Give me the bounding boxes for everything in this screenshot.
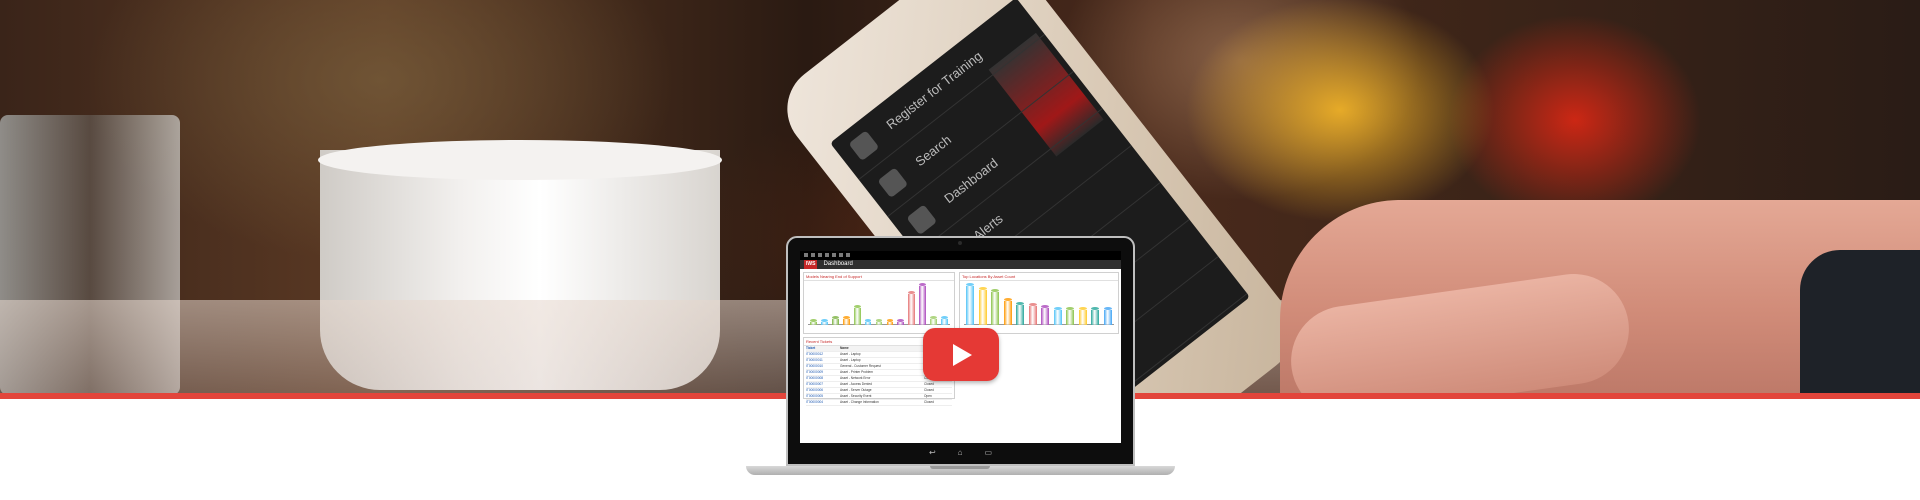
chart-title: Top Locations By Asset Count	[960, 273, 1118, 281]
bar-cap	[842, 316, 850, 320]
bar-B[interactable]	[820, 319, 828, 325]
bar-cap	[1066, 307, 1075, 311]
table-cell: Open	[924, 394, 932, 398]
bar-6[interactable]	[1028, 303, 1037, 325]
bar-2[interactable]	[978, 286, 987, 325]
bar-C[interactable]	[831, 316, 839, 325]
back-icon[interactable]: ↩	[929, 448, 936, 457]
bar-cap	[1028, 303, 1037, 307]
table-cell: Asset - Change Information	[840, 400, 879, 404]
bar-1[interactable]	[966, 283, 975, 325]
ticket-link[interactable]: IT00000010	[806, 364, 840, 369]
bar-cap	[1053, 307, 1062, 311]
laptop-base	[746, 466, 1175, 475]
bar-7[interactable]	[1041, 305, 1050, 325]
bar-chart-models	[808, 282, 950, 325]
play-video-button[interactable]	[923, 328, 999, 381]
app-logo[interactable]: IWS	[804, 260, 818, 269]
ticket-link[interactable]: IT00000004	[806, 400, 840, 405]
bar-cap	[919, 283, 927, 286]
bar-cap	[930, 316, 937, 320]
bar-J[interactable]	[908, 291, 916, 325]
bar-4[interactable]	[1003, 297, 1012, 325]
bar-cap	[1078, 307, 1087, 311]
bar-cap	[1016, 301, 1025, 305]
bar-cap	[897, 319, 905, 323]
bar-cap	[810, 319, 817, 323]
ticket-link[interactable]: IT00000005	[806, 394, 840, 399]
bar-cap	[941, 316, 948, 320]
ticket-link[interactable]: IT00000008	[806, 376, 840, 381]
status-bar	[800, 251, 1121, 260]
bar-cap	[978, 286, 987, 290]
ticket-link[interactable]: IT00000009	[806, 370, 840, 375]
table-cell: Asset - Laptop	[840, 352, 861, 356]
bar-E[interactable]	[853, 305, 861, 325]
table-cell: Asset - Access Denied	[840, 382, 872, 386]
bar-11[interactable]	[1091, 307, 1100, 325]
recent-apps-icon[interactable]: ▭	[984, 448, 992, 457]
table-cell: Asset - Network Error	[840, 376, 871, 380]
notification-icons	[804, 253, 850, 258]
bar-cap	[864, 319, 872, 323]
table-cell: Asset - Laptop	[840, 358, 861, 362]
bar-8[interactable]	[1053, 307, 1062, 325]
table-cell: General - Customer Request	[840, 364, 881, 368]
bar-10[interactable]	[1078, 307, 1087, 325]
bar-cap	[1041, 305, 1050, 309]
android-nav-bar: ↩ ⌂ ▭	[800, 445, 1121, 459]
column-header[interactable]: Name	[840, 346, 924, 351]
bar-9[interactable]	[1066, 307, 1075, 325]
bar-cap	[966, 283, 975, 286]
table-cell: Closed	[924, 388, 934, 392]
table-cell: Asset - Security Event	[840, 394, 872, 398]
home-icon[interactable]: ⌂	[958, 448, 963, 457]
camera-icon	[958, 241, 962, 245]
app-title: Dashboard	[823, 261, 853, 267]
ticket-link[interactable]: IT00000012	[806, 352, 840, 357]
table-cell: Asset - Server Outage	[840, 388, 872, 392]
bar-5[interactable]	[1016, 301, 1025, 325]
table-row[interactable]: IT00000004 Asset - Change Information Clos…	[806, 400, 952, 406]
table-cell: Closed	[924, 382, 934, 386]
bar-cap	[853, 305, 861, 309]
bar-D[interactable]	[842, 316, 850, 325]
bar-K[interactable]	[919, 283, 927, 325]
sleeve	[1800, 250, 1920, 394]
table-cell: Asset - Printer Problem	[840, 370, 873, 374]
chart-panel-locations: Top Locations By Asset Count	[959, 272, 1119, 334]
bar-3[interactable]	[991, 288, 1000, 325]
bar-M[interactable]	[941, 316, 948, 325]
bar-L[interactable]	[930, 316, 937, 325]
laptop-notch	[930, 466, 990, 469]
bar-A[interactable]	[810, 319, 817, 325]
ticket-link[interactable]: IT00000007	[806, 382, 840, 387]
bar-chart-locations	[964, 282, 1114, 325]
bar-F[interactable]	[864, 319, 872, 325]
column-header[interactable]: Ticket	[806, 346, 840, 351]
chart-title: Models Nearing End of Support	[804, 273, 954, 281]
bar-cap	[1091, 307, 1100, 311]
bar-cap	[831, 316, 839, 320]
bar-cap	[875, 319, 883, 323]
bar-G[interactable]	[875, 319, 883, 325]
bar-cap	[991, 288, 1000, 292]
coffee-cup-rim	[318, 140, 722, 180]
ticket-link[interactable]: IT00000006	[806, 388, 840, 393]
bar-cap	[820, 319, 828, 323]
bar-cap	[1003, 297, 1012, 301]
bar-cap	[886, 319, 894, 323]
ticket-link[interactable]: IT00000011	[806, 358, 840, 363]
chart-panel-models: Models Nearing End of Support	[803, 272, 955, 334]
table-cell: Closed	[924, 400, 934, 404]
play-icon	[953, 344, 972, 366]
bar-I[interactable]	[897, 319, 905, 325]
bar-H[interactable]	[886, 319, 894, 325]
bar-cap	[908, 291, 916, 295]
bar-cap	[1103, 307, 1112, 311]
bar-12[interactable]	[1103, 307, 1112, 325]
app-header: IWS Dashboard	[800, 260, 1121, 269]
